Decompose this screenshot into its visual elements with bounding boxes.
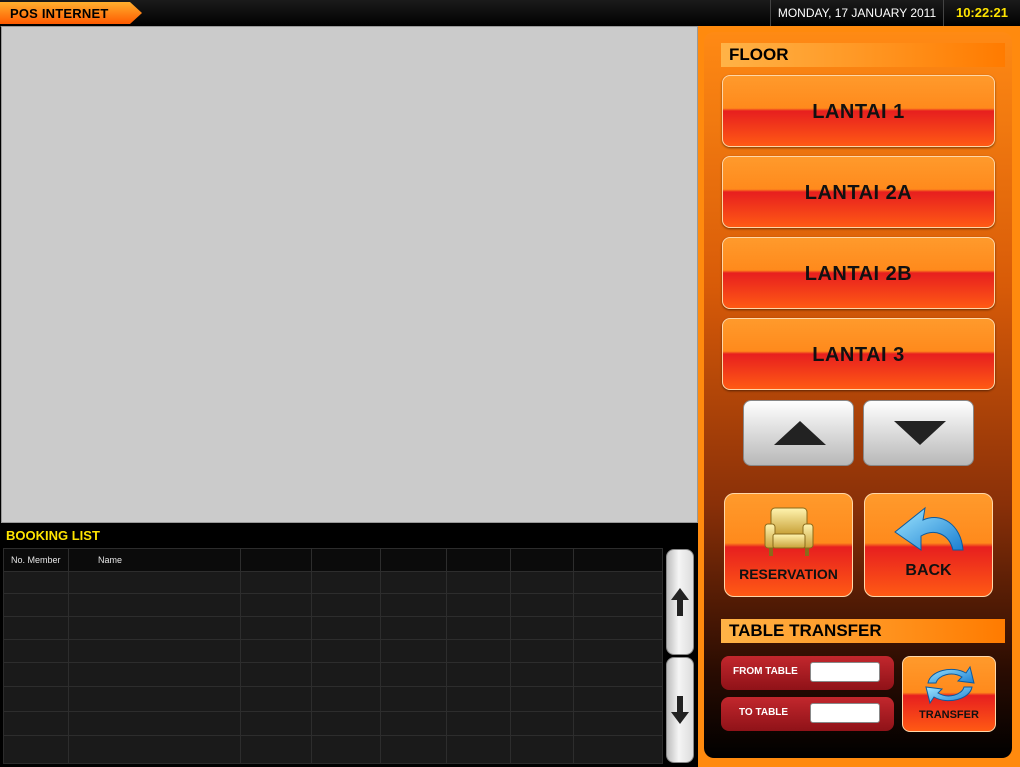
column-divider [240,549,241,763]
arrow-up-icon [671,588,689,616]
table-row[interactable] [4,735,662,736]
booking-scroll-up-button[interactable] [666,549,694,655]
table-row[interactable] [4,686,662,687]
transfer-label: TRANSFER [919,709,979,721]
triangle-down-icon [894,421,946,445]
booking-scroll-down-button[interactable] [666,657,694,763]
from-table-input[interactable] [810,662,880,682]
floor-button-lantai-2b[interactable]: LANTAI 2B [722,237,995,309]
floor-scroll-up-button[interactable] [743,400,854,466]
column-divider [311,549,312,763]
column-header-name: Name [98,555,123,565]
column-divider [380,549,381,763]
app-title: POS INTERNET [10,6,109,21]
transfer-cycle-icon [925,665,975,705]
triangle-up-icon [774,421,826,445]
table-row[interactable] [4,571,662,572]
table-row[interactable] [4,639,662,640]
floor-button-lantai-2a[interactable]: LANTAI 2A [722,156,995,228]
floor-button-lantai-3[interactable]: LANTAI 3 [722,318,995,390]
to-table-input[interactable] [810,703,880,723]
app-brand: POS INTERNET [0,2,142,24]
table-row[interactable] [4,711,662,712]
to-table-row: TO TABLE [721,697,894,731]
booking-list-title: BOOKING LIST [6,528,100,543]
back-label: BACK [905,562,952,579]
reservation-button[interactable]: RESERVATION [724,493,853,597]
column-header-no-member: No. Member [11,555,61,565]
from-table-row: FROM TABLE [721,656,894,690]
column-divider [446,549,447,763]
column-divider [510,549,511,763]
back-arrow-icon [894,506,964,551]
table-transfer-title: TABLE TRANSFER [721,619,1005,643]
booking-list-header: No. Member Name [4,549,662,571]
from-table-label: FROM TABLE [733,666,798,677]
reservation-label: RESERVATION [739,566,838,582]
back-button[interactable]: BACK [864,493,993,597]
floor-button-lantai-1[interactable]: LANTAI 1 [722,75,995,147]
table-row[interactable] [4,616,662,617]
column-divider [573,549,574,763]
top-bar: POS INTERNET MONDAY, 17 JANUARY 2011 10:… [0,0,1020,27]
arrow-down-icon [671,696,689,724]
column-divider [68,549,69,763]
floor-plan-area[interactable] [1,26,698,523]
to-table-label: TO TABLE [739,707,789,718]
floor-section-title: FLOOR [721,43,1005,67]
floor-scroll-down-button[interactable] [863,400,974,466]
booking-list-table[interactable]: No. Member Name [3,548,663,764]
table-row[interactable] [4,662,662,663]
armchair-icon [764,507,814,556]
transfer-button[interactable]: TRANSFER [902,656,996,732]
current-time: 10:22:21 [955,5,1009,20]
current-date: MONDAY, 17 JANUARY 2011 [770,0,944,26]
table-row[interactable] [4,593,662,594]
